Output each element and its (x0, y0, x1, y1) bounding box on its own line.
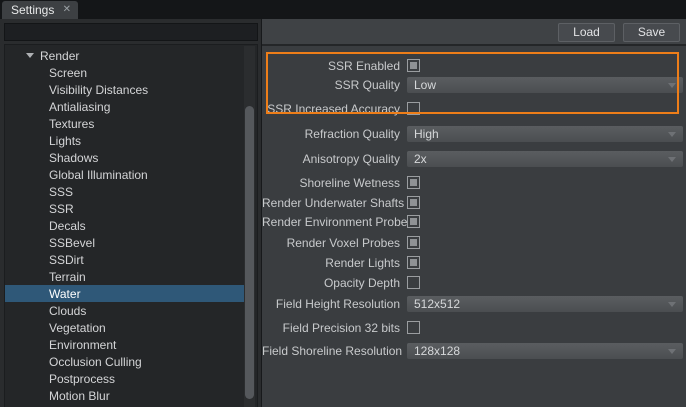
ssr-increased-accuracy-checkbox[interactable] (407, 102, 420, 115)
close-icon[interactable]: ✕ (63, 5, 71, 15)
tab-settings[interactable]: Settings ✕ (2, 1, 78, 19)
setting-label: Shoreline Wetness (262, 175, 400, 191)
tree-item-ssr[interactable]: SSR (5, 200, 244, 217)
setting-label: Refraction Quality (262, 126, 400, 142)
setting-row: Anisotropy Quality 2x (262, 151, 686, 167)
dropdown-value: 128x128 (414, 344, 460, 358)
settings-tree: Render Screen Visibility Distances Antia… (4, 44, 258, 407)
tree-item-environment[interactable]: Environment (5, 336, 244, 353)
setting-label: SSR Quality (262, 77, 400, 93)
field-precision-32-bits-checkbox[interactable] (407, 321, 420, 334)
tab-title: Settings (11, 3, 54, 17)
settings-window: Settings ✕ Render Screen Visibility Dist… (0, 0, 686, 407)
tree-item-water[interactable]: Water (5, 285, 244, 302)
chevron-down-icon (668, 349, 676, 354)
chevron-down-icon (668, 157, 676, 162)
dropdown-value: 2x (414, 152, 427, 166)
setting-row: SSR Quality Low (262, 77, 686, 93)
tree-item-render[interactable]: Render (5, 47, 244, 64)
ssr-quality-dropdown[interactable]: Low (407, 77, 683, 93)
setting-label: SSR Increased Accuracy (262, 101, 400, 117)
field-shoreline-resolution-dropdown[interactable]: 128x128 (407, 343, 683, 359)
dropdown-value: Low (414, 78, 436, 92)
tree-item-vegetation[interactable]: Vegetation (5, 319, 244, 336)
tree-item-global-illumination[interactable]: Global Illumination (5, 166, 244, 183)
dropdown-value: 512x512 (414, 297, 460, 311)
tree-item-visibility-distances[interactable]: Visibility Distances (5, 81, 244, 98)
refraction-quality-dropdown[interactable]: High (407, 126, 683, 142)
anisotropy-quality-dropdown[interactable]: 2x (407, 151, 683, 167)
tree-item-occlusion-culling[interactable]: Occlusion Culling (5, 353, 244, 370)
setting-label: Field Shoreline Resolution (262, 343, 400, 359)
setting-label: Field Precision 32 bits (262, 320, 400, 336)
render-voxel-probes-checkbox[interactable] (407, 236, 420, 249)
setting-label: SSR Enabled (262, 58, 400, 74)
setting-label: Render Voxel Probes (262, 235, 400, 251)
tree-item-sss[interactable]: SSS (5, 183, 244, 200)
setting-row: Render Voxel Probes (262, 235, 686, 251)
setting-label: Field Height Resolution (262, 296, 400, 312)
tree-item-textures[interactable]: Textures (5, 115, 244, 132)
collapse-arrow-icon[interactable] (26, 53, 34, 58)
opacity-depth-checkbox[interactable] (407, 276, 420, 289)
render-environment-probes-checkbox[interactable] (407, 215, 420, 228)
setting-row: Field Precision 32 bits (262, 320, 686, 336)
tree-scrollbar[interactable] (244, 46, 255, 407)
ssr-enabled-checkbox[interactable] (407, 59, 420, 72)
load-button[interactable]: Load (558, 23, 615, 42)
tree-scrollbar-thumb[interactable] (245, 106, 254, 399)
setting-row: Field Shoreline Resolution 128x128 (262, 343, 686, 359)
tree-item-motion-blur[interactable]: Motion Blur (5, 387, 244, 404)
setting-row: Render Lights (262, 255, 686, 271)
shoreline-wetness-checkbox[interactable] (407, 176, 420, 189)
tree-item-screen[interactable]: Screen (5, 64, 244, 81)
sidebar-filter-input[interactable] (4, 23, 258, 41)
render-lights-checkbox[interactable] (407, 256, 420, 269)
settings-panel: Load Save SSR Enabled SSR Quality Low SS… (262, 19, 686, 407)
setting-label: Opacity Depth (262, 275, 400, 291)
panel-header: Load Save (262, 19, 686, 46)
setting-label: Render Underwater Shafts (262, 195, 400, 211)
chevron-down-icon (668, 83, 676, 88)
sidebar: Render Screen Visibility Distances Antia… (0, 19, 261, 407)
setting-label: Anisotropy Quality (262, 151, 400, 167)
render-underwater-shafts-checkbox[interactable] (407, 196, 420, 209)
setting-row: Render Underwater Shafts (262, 195, 686, 211)
tree-item-clouds[interactable]: Clouds (5, 302, 244, 319)
setting-row: Field Height Resolution 512x512 (262, 296, 686, 312)
tree-item-terrain[interactable]: Terrain (5, 268, 244, 285)
setting-row: Opacity Depth (262, 275, 686, 291)
field-height-resolution-dropdown[interactable]: 512x512 (407, 296, 683, 312)
setting-label: Render Environment Probes (262, 214, 400, 230)
tree-item-ssdirt[interactable]: SSDirt (5, 251, 244, 268)
setting-row: SSR Increased Accuracy (262, 101, 686, 117)
save-button[interactable]: Save (623, 23, 680, 42)
tree-item-antialiasing[interactable]: Antialiasing (5, 98, 244, 115)
setting-row: Render Environment Probes (262, 214, 686, 230)
dropdown-value: High (414, 127, 439, 141)
setting-row: SSR Enabled (262, 58, 686, 74)
chevron-down-icon (668, 302, 676, 307)
tree-item-postprocess[interactable]: Postprocess (5, 370, 244, 387)
setting-label: Render Lights (262, 255, 400, 271)
tree-item-decals[interactable]: Decals (5, 217, 244, 234)
tree-item-lights[interactable]: Lights (5, 132, 244, 149)
setting-row: Shoreline Wetness (262, 175, 686, 191)
tab-bar: Settings ✕ (0, 0, 686, 19)
chevron-down-icon (668, 132, 676, 137)
tree-item-shadows[interactable]: Shadows (5, 149, 244, 166)
setting-row: Refraction Quality High (262, 126, 686, 142)
tree-item-ssbevel[interactable]: SSBevel (5, 234, 244, 251)
